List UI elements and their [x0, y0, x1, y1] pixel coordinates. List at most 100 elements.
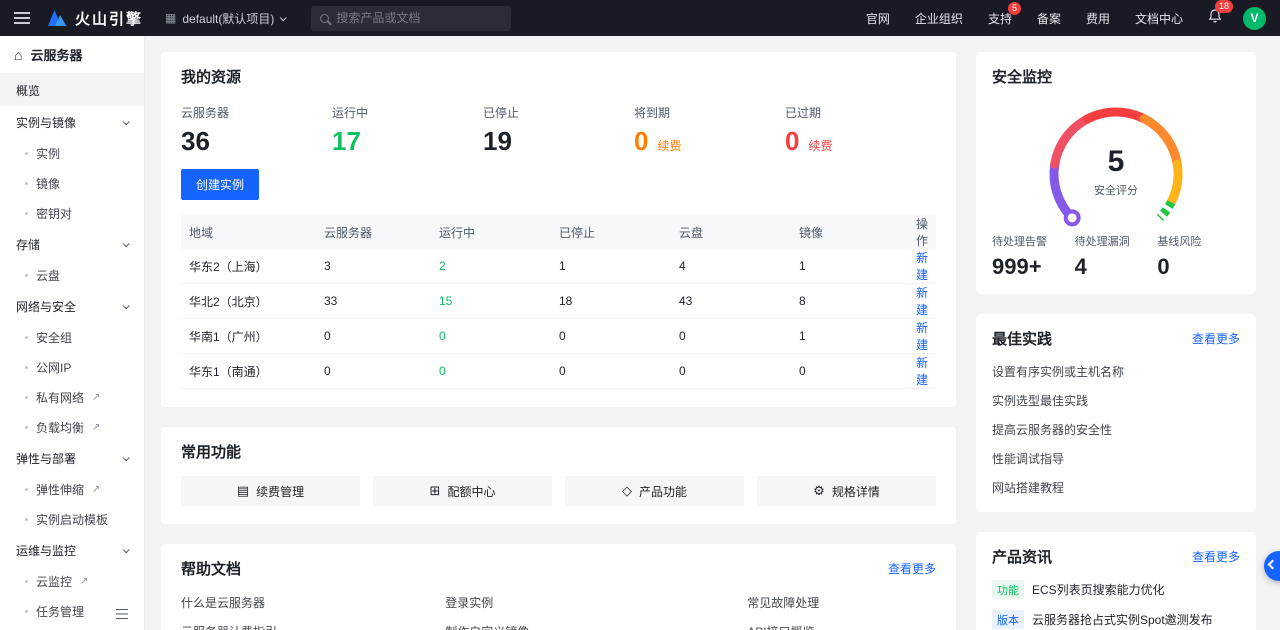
renew-link[interactable]: 续费: [808, 137, 832, 154]
global-search[interactable]: [311, 6, 511, 31]
sidebar-group-network-security[interactable]: 网络与安全: [0, 290, 144, 322]
stat-value: 19: [483, 128, 512, 154]
cell-stopped: 0: [551, 319, 671, 354]
nav-beian[interactable]: 备案: [1037, 10, 1061, 27]
best-practice-link[interactable]: 网站搭建教程: [992, 479, 1240, 496]
stat-label: 待处理告警: [992, 233, 1075, 249]
sidebar-item-instances[interactable]: 实例: [0, 138, 144, 168]
quick-button-label: 配额中心: [447, 483, 495, 500]
main-right-column: 安全监控 5 安全评分 待处理告警: [976, 52, 1256, 630]
help-doc-link[interactable]: 常见故障处理: [747, 594, 936, 611]
quota-center-button[interactable]: ⊞ 配额中心: [373, 476, 552, 506]
create-new-link[interactable]: 新建: [916, 286, 928, 317]
sidebar-item-cloud-monitor[interactable]: 云监控 ↗: [0, 566, 144, 596]
nav-enterprise-org[interactable]: 企业组织: [915, 10, 963, 27]
stat-label: 将到期: [634, 104, 785, 121]
sidebar-item-public-ip[interactable]: 公网IP: [0, 352, 144, 382]
create-instance-button[interactable]: 创建实例: [181, 169, 259, 200]
best-practices-title: 最佳实践: [992, 328, 1052, 349]
cell-running: 15: [431, 284, 551, 319]
product-news-list: 功能 ECS列表页搜索能力优化 版本 云服务器抢占式实例Spot邀测发布 功能 …: [992, 580, 1240, 630]
nav-official-site[interactable]: 官网: [866, 10, 890, 27]
sidebar-group-label: 存储: [16, 236, 40, 253]
topbar: 火山引擎 ▦ default(默认项目) 官网 企业组织 支持 5 备案 费用 …: [0, 0, 1280, 36]
sidebar-item-auto-scaling[interactable]: 弹性伸缩 ↗: [0, 474, 144, 504]
sidebar-group-elastic-deploy[interactable]: 弹性与部署: [0, 442, 144, 474]
stat-value: 0: [634, 128, 648, 154]
renew-link[interactable]: 续费: [657, 137, 681, 154]
help-doc-link[interactable]: 云服务器计费指引: [181, 623, 445, 630]
news-item[interactable]: 功能 ECS列表页搜索能力优化: [992, 580, 1240, 599]
project-selector[interactable]: ▦ default(默认项目): [165, 10, 285, 27]
sidebar-item-disks[interactable]: 云盘: [0, 260, 144, 290]
sidebar-item-images[interactable]: 镜像: [0, 168, 144, 198]
sidebar-item-label: 密钥对: [36, 205, 72, 222]
quick-button-label: 续费管理: [256, 483, 304, 500]
stat-value: 4: [1075, 254, 1158, 280]
sidebar-item-event-monitor[interactable]: 事件监控: [0, 626, 144, 630]
renewal-icon: ▤: [237, 483, 249, 499]
quick-button-label: 产品功能: [639, 483, 687, 500]
cell-region: 华东2（上海）: [181, 249, 316, 284]
nav-support[interactable]: 支持 5: [988, 10, 1012, 27]
spec-details-button[interactable]: ⚙ 规格详情: [757, 476, 936, 506]
sidebar-collapse-button[interactable]: [110, 603, 134, 625]
sidebar-item-label: 安全组: [36, 329, 72, 346]
bullet-icon: [25, 152, 28, 155]
best-practice-link[interactable]: 设置有序实例或主机名称: [992, 363, 1240, 380]
help-doc-link[interactable]: 登录实例: [445, 594, 747, 611]
help-doc-link[interactable]: 什么是云服务器: [181, 594, 445, 611]
product-news-title: 产品资讯: [992, 546, 1052, 567]
best-practices-more-link[interactable]: 查看更多: [1192, 330, 1240, 347]
security-monitoring-card: 安全监控 5 安全评分 待处理告警: [976, 52, 1256, 294]
stat-value: 17: [332, 128, 361, 154]
nav-billing[interactable]: 费用: [1086, 10, 1110, 27]
best-practice-link[interactable]: 实例选型最佳实践: [992, 392, 1240, 409]
my-resources-title: 我的资源: [181, 66, 936, 87]
sidebar-group-instances-images[interactable]: 实例与镜像: [0, 106, 144, 138]
sidebar-item-vpc[interactable]: 私有网络 ↗: [0, 382, 144, 412]
sidebar-item-keypairs[interactable]: 密钥对: [0, 198, 144, 228]
cell-stopped: 0: [551, 354, 671, 389]
quota-icon: ⊞: [430, 483, 441, 499]
create-new-link[interactable]: 新建: [916, 251, 928, 282]
bullet-icon: [25, 182, 28, 185]
security-stats: 待处理告警 999+ 待处理漏洞 4 基线风险 0: [992, 233, 1240, 280]
best-practice-link[interactable]: 提高云服务器的安全性: [992, 421, 1240, 438]
sidebar-group-ops-monitor[interactable]: 运维与监控: [0, 534, 144, 566]
help-docs-more-link[interactable]: 查看更多: [888, 560, 936, 577]
sidebar-item-label: 云监控: [36, 573, 72, 590]
my-resources-card: 我的资源 云服务器 36 运行中 17 已停止 19 将到期 0: [161, 52, 956, 407]
table-row: 华东2（上海） 3 2 1 4 1 新建: [181, 249, 936, 284]
news-item[interactable]: 版本 云服务器抢占式实例Spot邀测发布: [992, 610, 1240, 629]
search-input[interactable]: [336, 11, 502, 25]
product-news-more-link[interactable]: 查看更多: [1192, 548, 1240, 565]
stat-label: 运行中: [332, 104, 483, 121]
security-score-value: 5: [992, 147, 1240, 177]
sidebar-item-security-groups[interactable]: 安全组: [0, 322, 144, 352]
notifications-button[interactable]: 18: [1207, 8, 1223, 29]
brand-logo[interactable]: 火山引擎: [46, 8, 143, 29]
create-new-link[interactable]: 新建: [916, 356, 928, 387]
gauge-center: 5 安全评分: [992, 147, 1240, 198]
nav-docs-center[interactable]: 文档中心: [1135, 10, 1183, 27]
chevron-down-icon: [123, 302, 130, 309]
help-doc-link[interactable]: 制作自定义镜像: [445, 623, 747, 630]
product-features-button[interactable]: ◇ 产品功能: [565, 476, 744, 506]
avatar[interactable]: V: [1243, 7, 1266, 30]
stat-label: 云服务器: [181, 104, 332, 121]
sidebar-group-storage[interactable]: 存储: [0, 228, 144, 260]
best-practice-link[interactable]: 性能调试指导: [992, 450, 1240, 467]
sidebar-product-title: 云服务器: [30, 45, 82, 64]
security-monitoring-title: 安全监控: [992, 66, 1240, 87]
menu-fold-icon: [116, 609, 128, 620]
help-doc-link[interactable]: API接口概览: [747, 623, 936, 630]
renewal-management-button[interactable]: ▤ 续费管理: [181, 476, 360, 506]
sidebar-item-load-balancer[interactable]: 负载均衡 ↗: [0, 412, 144, 442]
sidebar-group-label: 网络与安全: [16, 298, 76, 315]
hamburger-menu-icon[interactable]: [14, 12, 30, 24]
create-new-link[interactable]: 新建: [916, 321, 928, 352]
sidebar-item-launch-templates[interactable]: 实例启动模板: [0, 504, 144, 534]
sidebar-item-overview[interactable]: 概览: [0, 74, 144, 106]
sidebar-group-label: 运维与监控: [16, 542, 76, 559]
